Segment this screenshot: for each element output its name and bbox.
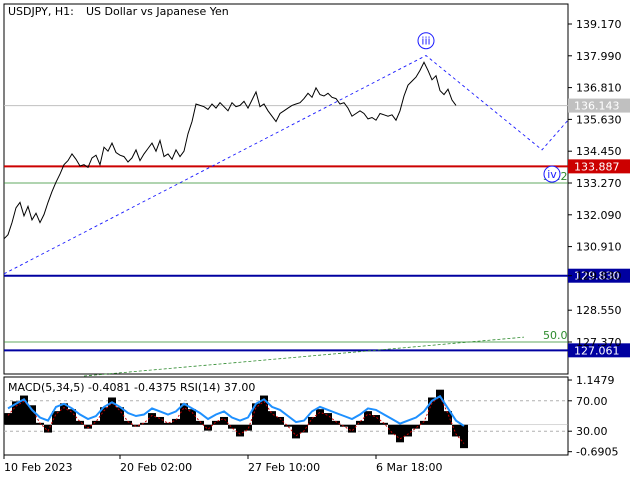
- macd-histogram-bar: [356, 420, 364, 425]
- wave-label: iii: [421, 35, 430, 48]
- macd-histogram-bar: [412, 424, 420, 429]
- y-tick-label: 136.810: [576, 82, 622, 95]
- fib-level-label: 50.0: [543, 329, 568, 342]
- chart-canvas: 133.887129.830127.06138.250.0136.143 iii…: [0, 0, 640, 480]
- macd-histogram-bar: [364, 411, 372, 425]
- y-tick-label: 134.450: [576, 145, 622, 158]
- indicator-tick-label: 70.00: [576, 395, 608, 408]
- y-tick-label: 133.270: [576, 177, 622, 190]
- wave-label: iv: [547, 168, 557, 181]
- macd-histogram-bar: [148, 413, 156, 425]
- macd-histogram-bar: [292, 424, 300, 439]
- macd-histogram-bar: [460, 424, 468, 449]
- macd-histogram-bar: [396, 424, 404, 443]
- macd-histogram-bar: [372, 415, 380, 425]
- macd-histogram-bar: [164, 422, 172, 425]
- macd-histogram-bar: [220, 416, 228, 425]
- macd-histogram-bar: [212, 420, 220, 425]
- macd-histogram-bar: [140, 422, 148, 425]
- x-tick-label: 20 Feb 02:00: [120, 461, 192, 474]
- y-tick-label: 129.830: [576, 270, 622, 283]
- chart-symbol: USDJPY, H1:: [8, 5, 74, 18]
- macd-histogram-bar: [436, 389, 444, 425]
- macd-histogram-bar: [404, 424, 412, 437]
- macd-histogram-bar: [76, 420, 84, 425]
- indicator-title: MACD(5,34,5) -0.4081 -0.4375 RSI(14) 37.…: [8, 381, 255, 394]
- chart-description: US Dollar vs Japanese Yen: [86, 5, 229, 18]
- macd-histogram-bar: [316, 409, 324, 425]
- macd-histogram-bar: [236, 424, 244, 437]
- current-price-label: 136.143: [574, 100, 620, 113]
- y-tick-label: 132.090: [576, 209, 622, 222]
- macd-histogram-bar: [244, 424, 252, 431]
- y-tick-label: 127.370: [576, 336, 622, 349]
- macd-histogram-bar: [268, 411, 276, 425]
- y-tick-label: 128.550: [576, 304, 622, 317]
- x-tick-label: 10 Feb 2023: [4, 461, 72, 474]
- indicator-tick-label: 30.00: [576, 425, 608, 438]
- macd-histogram-bar: [348, 424, 356, 433]
- indicator-tick-label: -0.6905: [576, 446, 618, 459]
- macd-histogram-bar: [204, 424, 212, 431]
- y-tick-label: 130.910: [576, 241, 622, 254]
- y-tick-label: 135.630: [576, 113, 622, 126]
- macd-histogram-bar: [28, 405, 36, 425]
- y-tick-label: 139.170: [576, 18, 622, 31]
- macd-histogram-bar: [228, 424, 236, 429]
- y-tick-label: 137.990: [576, 50, 622, 63]
- x-tick-label: 6 Mar 18:00: [376, 461, 442, 474]
- x-tick-label: 27 Feb 10:00: [248, 461, 320, 474]
- macd-histogram-bar: [188, 409, 196, 425]
- macd-histogram-bar: [252, 403, 260, 425]
- level-price-label: 133.887: [574, 160, 620, 173]
- macd-histogram-bar: [92, 420, 100, 425]
- macd-histogram-bar: [324, 413, 332, 425]
- macd-histogram-bar: [284, 424, 292, 427]
- indicator-tick-label: 1.1479: [576, 374, 615, 387]
